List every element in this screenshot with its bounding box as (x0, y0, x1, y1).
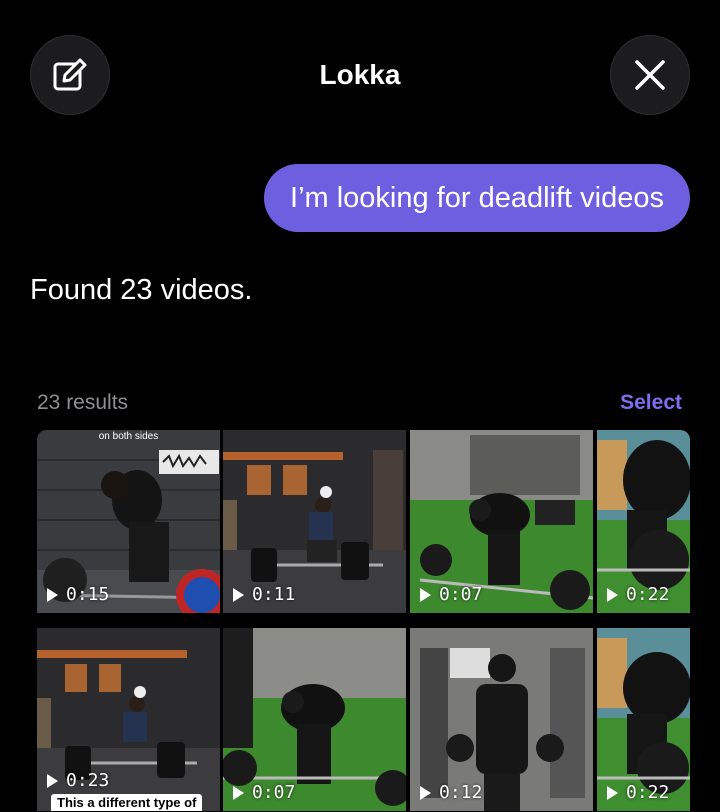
play-icon (420, 587, 431, 602)
video-duration: 0:22 (607, 584, 669, 605)
video-duration: 0:23 (47, 770, 109, 791)
video-thumbnail[interactable]: 0:22 (597, 430, 690, 613)
video-duration: 0:11 (233, 584, 295, 605)
play-icon (47, 773, 58, 788)
close-icon (635, 60, 665, 90)
user-message-bubble: I’m looking for deadlift videos (264, 164, 690, 232)
assistant-message: Found 23 videos. (30, 274, 253, 306)
video-thumbnail[interactable]: 0:12 (410, 628, 593, 811)
video-duration: 0:07 (233, 782, 295, 803)
video-thumbnail[interactable]: 0:23 This a different type of (37, 628, 220, 811)
video-caption: This a different type of (51, 794, 203, 811)
video-duration: 0:12 (420, 782, 482, 803)
results-count: 23 results (37, 391, 129, 414)
video-duration: 0:07 (420, 584, 482, 605)
video-thumbnail[interactable]: 0:07 (410, 430, 593, 613)
video-duration: 0:22 (607, 782, 669, 803)
select-button[interactable]: Select (620, 388, 682, 418)
play-icon (420, 785, 431, 800)
close-button[interactable] (610, 35, 690, 115)
play-icon (607, 785, 618, 800)
play-icon (607, 587, 618, 602)
video-thumbnail[interactable]: 0:11 (223, 430, 406, 613)
video-duration: 0:15 (47, 584, 109, 605)
video-caption: on both sides (98, 431, 159, 442)
play-icon (233, 587, 244, 602)
play-icon (47, 587, 58, 602)
video-grid: on both sides 0:15 0:11 0:07 0:22 0:23 T… (37, 430, 690, 812)
video-thumbnail[interactable]: 0:22 (597, 628, 690, 811)
video-thumbnail[interactable]: 0:07 (223, 628, 406, 811)
play-icon (233, 785, 244, 800)
video-thumbnail[interactable]: on both sides 0:15 (37, 430, 220, 613)
